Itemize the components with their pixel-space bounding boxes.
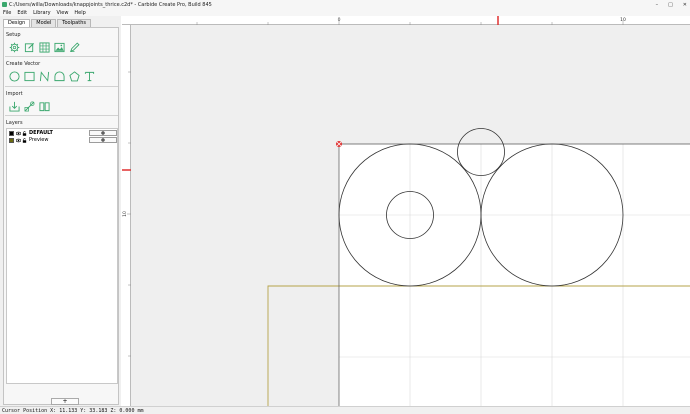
image-icon[interactable] — [53, 41, 66, 53]
gear-icon — [101, 138, 105, 142]
separator — [5, 86, 118, 87]
menu-bar: File Edit Library View Help — [0, 9, 690, 16]
window-title: C:/Users/willa/Downloads/knappjoints_thr… — [9, 1, 212, 8]
lock-icon[interactable] — [22, 130, 27, 136]
settings-icon[interactable] — [8, 41, 21, 53]
book-icon[interactable] — [38, 100, 51, 112]
left-panel: Design Model Toolpaths Setup Create Vect… — [0, 16, 121, 406]
separator — [5, 115, 118, 116]
lock-icon[interactable] — [22, 137, 27, 143]
text-icon[interactable] — [83, 70, 96, 82]
layer-row-default[interactable]: DEFAULT — [9, 130, 117, 136]
grid-icon[interactable] — [38, 41, 51, 53]
status-bar: Cursor Position X: 11.133 Y: 33.183 Z: 0… — [0, 406, 690, 414]
vertical-ruler: 10 — [122, 25, 131, 406]
circle-icon[interactable] — [8, 70, 21, 82]
section-layers-label: Layers — [6, 120, 23, 126]
section-setup-label: Setup — [6, 32, 21, 38]
rectangle-icon[interactable] — [23, 70, 36, 82]
menu-file[interactable]: File — [3, 10, 11, 16]
ruler-label-0: 0 — [338, 17, 341, 23]
import-toolbar — [8, 100, 51, 112]
window-controls: – □ ✕ — [656, 0, 687, 9]
ruler-label-v10: 10 — [122, 211, 128, 217]
gear-icon — [101, 131, 105, 135]
panel-tabs: Design Model Toolpaths — [3, 19, 92, 27]
menu-library[interactable]: Library — [33, 10, 50, 16]
edit-page-icon[interactable] — [23, 41, 36, 53]
pentagon-icon[interactable] — [68, 70, 81, 82]
tab-model[interactable]: Model — [31, 19, 57, 27]
trace-icon[interactable] — [23, 100, 36, 112]
layer-color-swatch[interactable] — [9, 137, 14, 143]
polygon-icon[interactable] — [53, 70, 66, 82]
menu-view[interactable]: View — [57, 10, 69, 16]
layer-name: Preview — [29, 137, 49, 143]
layer-settings-button[interactable] — [89, 130, 117, 136]
minimize-button[interactable]: – — [656, 2, 659, 8]
layer-row-preview[interactable]: Preview — [9, 137, 117, 143]
menu-edit[interactable]: Edit — [17, 10, 27, 16]
layer-list: DEFAULT Preview + — [6, 128, 118, 405]
visibility-eye-icon[interactable] — [16, 138, 21, 143]
maximize-button[interactable]: □ — [668, 2, 673, 8]
pen-icon[interactable] — [68, 41, 81, 53]
setup-toolbar — [8, 41, 81, 53]
vector-toolbar — [8, 70, 96, 82]
design-panel: Setup Create Vector Import Layers DEFAUL… — [3, 27, 119, 405]
add-layer-button[interactable]: + — [51, 398, 79, 405]
menu-help[interactable]: Help — [74, 10, 85, 16]
close-button[interactable]: ✕ — [683, 2, 687, 8]
layer-name: DEFAULT — [29, 130, 53, 136]
visibility-eye-icon[interactable] — [16, 131, 21, 136]
import-icon[interactable] — [8, 100, 21, 112]
origin-marker-icon — [336, 141, 342, 147]
ruler-label-10: 10 — [620, 17, 626, 23]
horizontal-ruler: 0 10 — [122, 16, 690, 25]
curve-icon[interactable] — [38, 70, 51, 82]
layer-color-swatch[interactable] — [9, 130, 14, 136]
app-icon — [2, 2, 7, 7]
layer-settings-button[interactable] — [89, 137, 117, 143]
tab-design[interactable]: Design — [3, 19, 31, 27]
section-import-label: Import — [6, 91, 23, 97]
tab-toolpaths[interactable]: Toolpaths — [57, 19, 91, 27]
separator — [5, 56, 118, 57]
section-create-vector-label: Create Vector — [6, 61, 41, 67]
cursor-position: Cursor Position X: 11.133 Y: 33.183 Z: 0… — [2, 407, 144, 414]
title-bar: C:/Users/willa/Downloads/knappjoints_thr… — [0, 0, 690, 9]
design-canvas[interactable] — [131, 25, 690, 406]
